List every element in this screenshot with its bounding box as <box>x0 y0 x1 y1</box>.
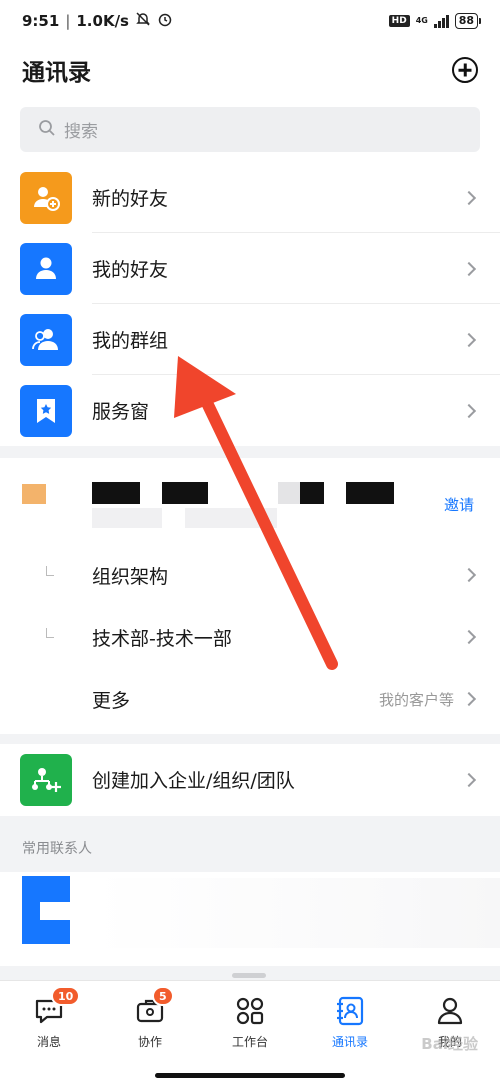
list-item-label: 更多 <box>92 689 131 712</box>
search-icon <box>38 119 56 141</box>
status-net-speed: 1.0K/s <box>76 12 129 30</box>
list-item-more[interactable]: 更多 我的客户等 <box>0 668 500 730</box>
tree-branch-icon <box>46 628 54 638</box>
network-type: 4G <box>415 16 428 25</box>
contacts-section: 新的好友 我的好友 我的群组 服务窗 <box>0 162 500 446</box>
contact-avatar[interactable] <box>22 876 70 944</box>
hd-icon: HD <box>388 15 410 27</box>
more-aux-text: 我的客户等 <box>378 690 454 709</box>
tab-contacts[interactable]: 通讯录 <box>310 995 390 1050</box>
create-org-section: 创建加入企业/组织/团队 <box>0 744 500 816</box>
frequent-contacts-list <box>0 872 500 966</box>
unread-badge: 5 <box>152 986 174 1006</box>
bottom-tab-bar: 10 消息 5 协作 工作台 通讯录 我的 <box>0 973 500 1084</box>
status-bar: 9:51 | 1.0K/s HD 4G 88 <box>0 0 500 42</box>
tab-collaboration[interactable]: 5 协作 <box>110 986 190 1050</box>
mute-bell-icon <box>135 11 151 31</box>
create-org-icon <box>20 753 72 806</box>
grid-icon <box>234 995 266 1027</box>
search-container: 搜索 <box>0 98 500 162</box>
list-item-new-friends[interactable]: 新的好友 <box>0 162 500 233</box>
page-header: 通讯录 <box>0 42 500 98</box>
redacted-org-sub <box>185 508 277 528</box>
tab-messages[interactable]: 10 消息 <box>9 986 89 1050</box>
redacted-org-name <box>278 482 300 504</box>
add-icon[interactable] <box>452 57 478 83</box>
tab-label: 通讯录 <box>331 1035 368 1049</box>
list-item-label: 服务窗 <box>92 401 150 423</box>
search-input[interactable]: 搜索 <box>20 107 480 152</box>
redacted-org-name <box>346 482 394 504</box>
organization-section: 邀请 组织架构 技术部-技术一部 更多 我的客户等 <box>0 458 500 734</box>
invite-button[interactable]: 邀请 <box>444 494 474 515</box>
chevron-right-icon <box>461 772 477 787</box>
tab-workbench[interactable]: 工作台 <box>210 995 290 1050</box>
list-item-label: 技术部-技术一部 <box>92 627 232 650</box>
tree-branch-icon <box>46 566 54 576</box>
list-item-org-structure[interactable]: 组织架构 <box>0 544 500 606</box>
list-item-label: 创建加入企业/组织/团队 <box>92 770 295 792</box>
redacted-org-sub <box>92 508 162 528</box>
service-window-icon <box>20 384 72 437</box>
list-item-service-window[interactable]: 服务窗 <box>0 375 500 446</box>
signal-icon <box>433 14 449 28</box>
contacts-book-icon <box>334 995 366 1027</box>
chevron-right-icon <box>461 403 477 418</box>
organization-header[interactable]: 邀请 <box>0 458 500 544</box>
chevron-right-icon <box>461 629 477 645</box>
message-icon: 10 <box>33 986 81 1027</box>
org-logo <box>22 484 46 504</box>
home-indicator[interactable] <box>155 1073 345 1078</box>
page-title: 通讯录 <box>22 60 91 86</box>
groups-icon <box>20 313 72 366</box>
battery-icon: 88 <box>454 13 482 29</box>
person-icon <box>434 995 466 1027</box>
list-item-my-friends[interactable]: 我的好友 <box>0 233 500 304</box>
alarm-icon <box>157 11 173 31</box>
chevron-right-icon <box>461 261 477 276</box>
tab-label: 消息 <box>36 1035 61 1049</box>
drag-handle[interactable] <box>232 973 266 978</box>
list-item-label: 新的好友 <box>92 188 169 210</box>
section-caption: 常用联系人 <box>0 816 500 872</box>
unread-badge: 10 <box>51 986 81 1006</box>
search-placeholder: 搜索 <box>64 122 98 142</box>
chevron-right-icon <box>461 332 477 347</box>
list-item-my-groups[interactable]: 我的群组 <box>0 304 500 375</box>
list-item-department[interactable]: 技术部-技术一部 <box>0 606 500 668</box>
briefcase-icon: 5 <box>134 986 174 1027</box>
tab-label: 协作 <box>137 1035 162 1049</box>
friends-icon <box>20 242 72 295</box>
chevron-right-icon <box>461 190 477 205</box>
watermark-logo: Bai经验 <box>421 1035 478 1053</box>
redacted-org-name <box>162 482 208 504</box>
tab-label: 工作台 <box>231 1035 268 1049</box>
redacted-org-name <box>300 482 324 504</box>
chevron-right-icon <box>461 567 477 583</box>
chevron-right-icon <box>461 691 477 707</box>
list-item-create-org[interactable]: 创建加入企业/组织/团队 <box>0 744 500 815</box>
redacted-org-name <box>92 482 140 504</box>
list-item-label: 组织架构 <box>92 565 169 588</box>
new-friend-icon <box>20 171 72 224</box>
redacted-contact-info <box>92 878 500 948</box>
list-item-label: 我的好友 <box>92 259 169 281</box>
status-time: 9:51 <box>22 12 60 30</box>
list-item-label: 我的群组 <box>92 330 169 352</box>
